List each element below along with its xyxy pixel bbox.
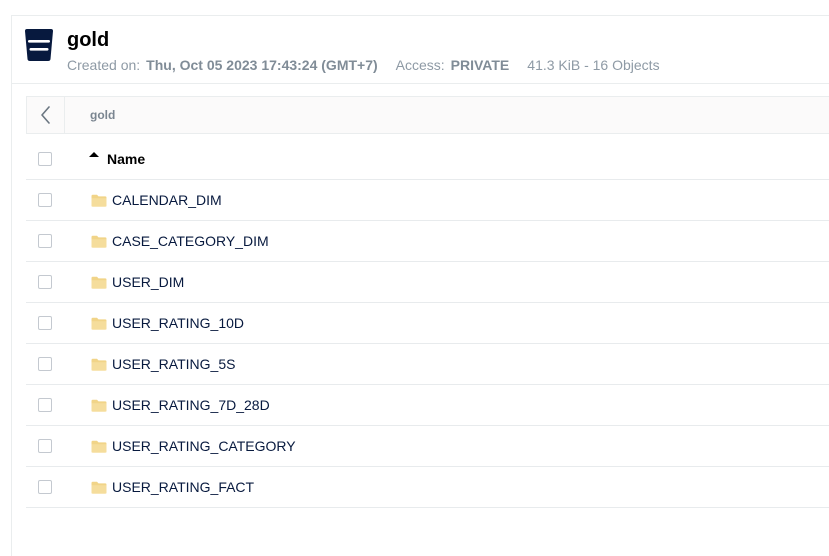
size-summary: 41.3 KiB - 16 Objects [527, 57, 660, 73]
table-row[interactable]: CASE_CATEGORY_DIM [26, 221, 829, 262]
folder-link[interactable]: CALENDAR_DIM [91, 192, 222, 208]
folder-icon [91, 194, 107, 207]
folder-link[interactable]: USER_RATING_10D [91, 315, 244, 331]
folder-link[interactable]: USER_RATING_FACT [91, 479, 254, 495]
access-value: PRIVATE [450, 57, 510, 73]
folder-link[interactable]: USER_RATING_CATEGORY [91, 438, 296, 454]
bucket-header: gold Created on: Thu, Oct 05 2023 17:43:2… [12, 16, 829, 84]
bucket-meta: Created on: Thu, Oct 05 2023 17:43:24 (GM… [67, 57, 660, 73]
bucket-icon [25, 29, 53, 61]
created-label: Created on: [67, 57, 141, 73]
folder-name: CALENDAR_DIM [112, 192, 222, 208]
access-label: Access: [395, 57, 445, 73]
select-all-checkbox[interactable] [38, 152, 52, 166]
table-row[interactable]: USER_RATING_CATEGORY [26, 426, 829, 467]
table-row[interactable]: USER_RATING_7D_28D [26, 385, 829, 426]
table-row[interactable]: USER_RATING_FACT [26, 467, 829, 508]
row-checkbox[interactable] [38, 439, 52, 453]
row-checkbox[interactable] [38, 316, 52, 330]
row-checkbox[interactable] [38, 275, 52, 289]
created-value: Thu, Oct 05 2023 17:43:24 (GMT+7) [146, 57, 378, 73]
table-row[interactable]: USER_RATING_10D [26, 303, 829, 344]
folder-icon [91, 358, 107, 371]
folder-name: USER_DIM [112, 274, 185, 290]
folder-icon [91, 481, 107, 494]
folder-link[interactable]: USER_DIM [91, 274, 184, 290]
folder-name: USER_RATING_5S [112, 356, 236, 372]
objects-table: Name CALENDAR_DIM CASE_CATEGORY_DIM USER_D… [26, 139, 829, 508]
row-checkbox[interactable] [38, 398, 52, 412]
name-column-label: Name [107, 151, 146, 167]
table-row[interactable]: CALENDAR_DIM [26, 180, 829, 221]
breadcrumb: gold [26, 96, 829, 134]
table-row[interactable]: USER_DIM [26, 262, 829, 303]
folder-name: CASE_CATEGORY_DIM [112, 233, 269, 249]
folder-name: USER_RATING_10D [112, 315, 245, 331]
row-checkbox[interactable] [38, 193, 52, 207]
folder-name: USER_RATING_FACT [112, 479, 255, 495]
table-header-row: Name [26, 139, 829, 180]
folder-icon [91, 317, 107, 330]
back-button[interactable] [27, 97, 65, 133]
sort-ascending-icon [89, 151, 99, 157]
folder-icon [91, 440, 107, 453]
folder-icon [91, 235, 107, 248]
row-checkbox[interactable] [38, 480, 52, 494]
row-checkbox[interactable] [38, 357, 52, 371]
bucket-title: gold [67, 29, 110, 51]
folder-name: USER_RATING_CATEGORY [112, 438, 296, 454]
folder-name: USER_RATING_7D_28D [112, 397, 270, 413]
folder-link[interactable]: USER_RATING_5S [91, 356, 235, 372]
folder-icon [91, 399, 107, 412]
folder-icon [91, 276, 107, 289]
name-column-header[interactable]: Name [89, 151, 145, 167]
row-checkbox[interactable] [38, 234, 52, 248]
breadcrumb-item-gold[interactable]: gold [90, 108, 115, 122]
chevron-left-icon [40, 106, 50, 124]
folder-link[interactable]: USER_RATING_7D_28D [91, 397, 270, 413]
table-row[interactable]: USER_RATING_5S [26, 344, 829, 385]
folder-link[interactable]: CASE_CATEGORY_DIM [91, 233, 269, 249]
